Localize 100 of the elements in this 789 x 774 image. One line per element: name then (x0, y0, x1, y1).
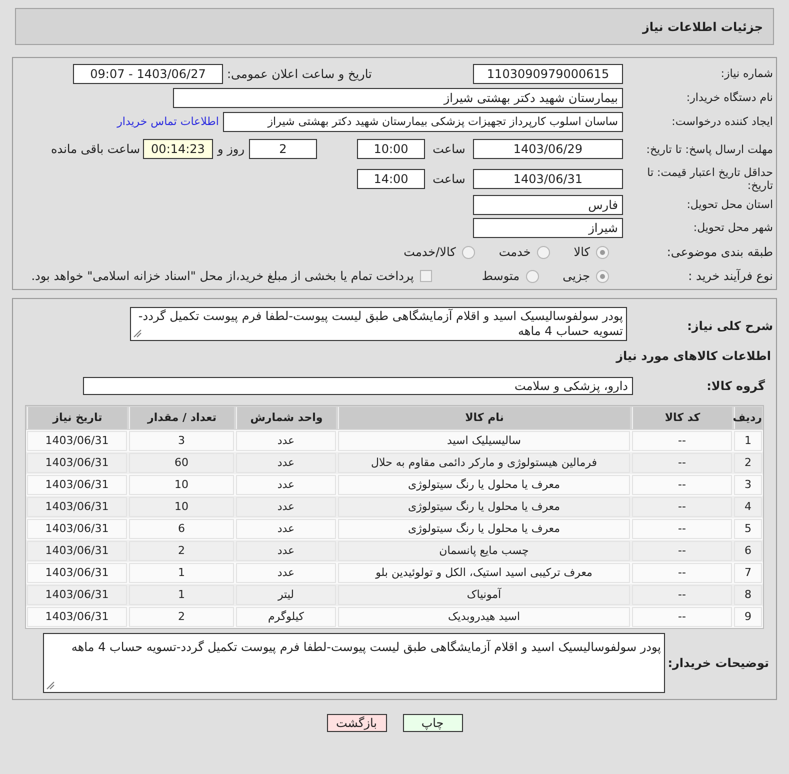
field-label: حداقل تاریخ اعتبار قیمت: تا تاریخ: (646, 166, 773, 192)
field-label: گروه کالا: (706, 378, 766, 395)
table-cell: -- (632, 541, 732, 561)
table-cell: 10 (129, 497, 234, 517)
radio-button[interactable] (536, 246, 550, 258)
table-cell: 1403/06/31 (27, 453, 127, 473)
table-cell: 2 (734, 453, 762, 473)
deadline-time-field: 10:00 (357, 139, 425, 159)
table-cell: 4 (734, 497, 762, 517)
table-cell: چسب مایع پانسمان (338, 541, 630, 561)
table-cell: 5 (734, 519, 762, 539)
column-header: نام کالا (338, 407, 630, 429)
table-cell: 1403/06/31 (27, 431, 127, 451)
table-cell: 2 (129, 607, 234, 627)
table-cell: کیلوگرم (236, 607, 336, 627)
radio-label: کالا/خدمت (404, 244, 456, 261)
validity-date-field: 1403/06/31 (473, 169, 623, 189)
table-cell: -- (632, 563, 732, 583)
table-cell: 6 (129, 519, 234, 539)
field-label: استان محل تحویل: (686, 196, 773, 213)
table-cell: -- (632, 475, 732, 495)
deadline-date-field: 1403/06/29 (473, 139, 623, 159)
back-button[interactable]: بازگشت (326, 714, 386, 732)
column-header: تاریخ نیاز (27, 407, 127, 429)
payment-note: پرداخت تمام یا بخشی از مبلغ خرید،از محل "اسناد خزانه اسلامی" خواهد بود. (31, 268, 414, 285)
buyer-org-field: بیمارستان شهید دکتر بهشتی شیراز (173, 88, 623, 108)
table-cell: معرف یا محلول یا رنگ سیتولوژی (338, 519, 630, 539)
table-cell: 2 (129, 541, 234, 561)
table-cell: 1403/06/31 (27, 497, 127, 517)
checkbox[interactable] (420, 270, 432, 282)
field-label: تاریخ و ساعت اعلان عمومی: (226, 66, 373, 83)
field-label: شرح کلی نیاز: (686, 318, 773, 335)
radio-button[interactable] (596, 270, 609, 282)
announce-date-field: 1403/06/27 - 09:07 (73, 64, 223, 84)
field-label: نام دستگاه خریدار: (685, 90, 773, 106)
table-cell: عدد (236, 541, 336, 561)
field-label: ساعت باقی مانده (50, 141, 142, 158)
field-label: طبقه بندی موضوعی: (666, 244, 773, 261)
description-field: پودر سولفوسالیسیک اسید و اقلام آزمایشگاهی طبق لیست پیوست-لطفا فرم پیوست تکمیل گردد-تسویه حساب 4 ماهه (130, 307, 627, 341)
print-button[interactable]: چاپ (402, 714, 462, 732)
validity-time-field: 14:00 (357, 169, 425, 189)
table-cell: عدد (236, 497, 336, 517)
field-label: شماره نیاز: (720, 66, 773, 82)
city-field: شیراز (473, 218, 623, 238)
table-cell: عدد (236, 453, 336, 473)
column-header: واحد شمارش (236, 407, 336, 429)
province-field: فارس (473, 195, 623, 215)
buyer-notes-field: پودر سولفوسالیسیک اسید و اقلام آزمایشگاهی طبق لیست پیوست-لطفا فرم پیوست تکمیل گردد-تسویه حساب 4 ماهه (43, 633, 665, 693)
table-cell: 7 (734, 563, 762, 583)
table-cell: عدد (236, 475, 336, 495)
table-cell: 9 (734, 607, 762, 627)
table-cell: 1403/06/31 (27, 585, 127, 605)
table-cell: 60 (129, 453, 234, 473)
radio-label: کالا (574, 244, 590, 261)
field-label: نوع فرآیند خرید : (687, 268, 773, 285)
radio-label: خدمت (498, 244, 531, 261)
column-header: تعداد / مقدار (129, 407, 234, 429)
field-label: ایجاد کننده درخواست: (670, 114, 773, 130)
field-label: روز و (216, 141, 246, 158)
table-cell: 1 (734, 431, 762, 451)
section-heading: اطلاعات کالاهای مورد نیاز (614, 348, 771, 365)
radio-button[interactable] (462, 246, 475, 258)
table-cell: 10 (129, 475, 234, 495)
table-cell: فرمالین هیستولوژی و مارکر دائمی مقاوم به حلال (338, 453, 630, 473)
table-cell: عدد (236, 519, 336, 539)
table-cell: 6 (734, 541, 762, 561)
table-cell: آمونیاک (338, 585, 630, 605)
table-cell: لیتر (236, 585, 336, 605)
page-title: جزئیات اطلاعات نیاز (642, 18, 763, 36)
table-cell: 1403/06/31 (27, 541, 127, 561)
table-cell: -- (632, 519, 732, 539)
table-cell: 1403/06/31 (27, 519, 127, 539)
table-cell: 8 (734, 585, 762, 605)
table-cell: اسید هیدروبدیک (338, 607, 630, 627)
buyer-contact-link[interactable]: اطلاعات تماس خریدار (117, 114, 219, 130)
table-cell: سالیسیلیک اسید (338, 431, 630, 451)
table-cell: معرف یا محلول یا رنگ سیتولوژی (338, 497, 630, 517)
creator-field: ساسان اسلوب کارپرداز تجهیزات پزشکی بیمارستان شهید دکتر بهشتی شیراز (223, 112, 623, 132)
table-cell: عدد (236, 431, 336, 451)
table-cell: 3 (129, 431, 234, 451)
table-cell: -- (632, 453, 732, 473)
table-cell: 1 (129, 585, 234, 605)
need-number-field: 1103090979000615 (473, 64, 623, 84)
radio-label: متوسط (482, 268, 520, 285)
goods-group-field: دارو، پزشکی و سلامت (83, 377, 633, 395)
table-cell: عدد (236, 563, 336, 583)
table-cell: -- (632, 497, 732, 517)
table-cell: 1403/06/31 (27, 607, 127, 627)
table-cell: -- (632, 607, 732, 627)
table-cell: -- (632, 585, 732, 605)
radio-button[interactable] (596, 246, 609, 258)
field-label: مهلت ارسال پاسخ: تا تاریخ: (645, 142, 773, 156)
table-cell: 1 (129, 563, 234, 583)
resize-grip-icon[interactable] (46, 681, 55, 690)
resize-grip-icon[interactable] (133, 329, 142, 338)
radio-button[interactable] (526, 270, 539, 282)
table-cell: -- (632, 431, 732, 451)
radio-label: جزیی (562, 268, 590, 285)
field-label: ساعت (432, 141, 466, 158)
remaining-time-field: 00:14:23 (143, 139, 213, 159)
